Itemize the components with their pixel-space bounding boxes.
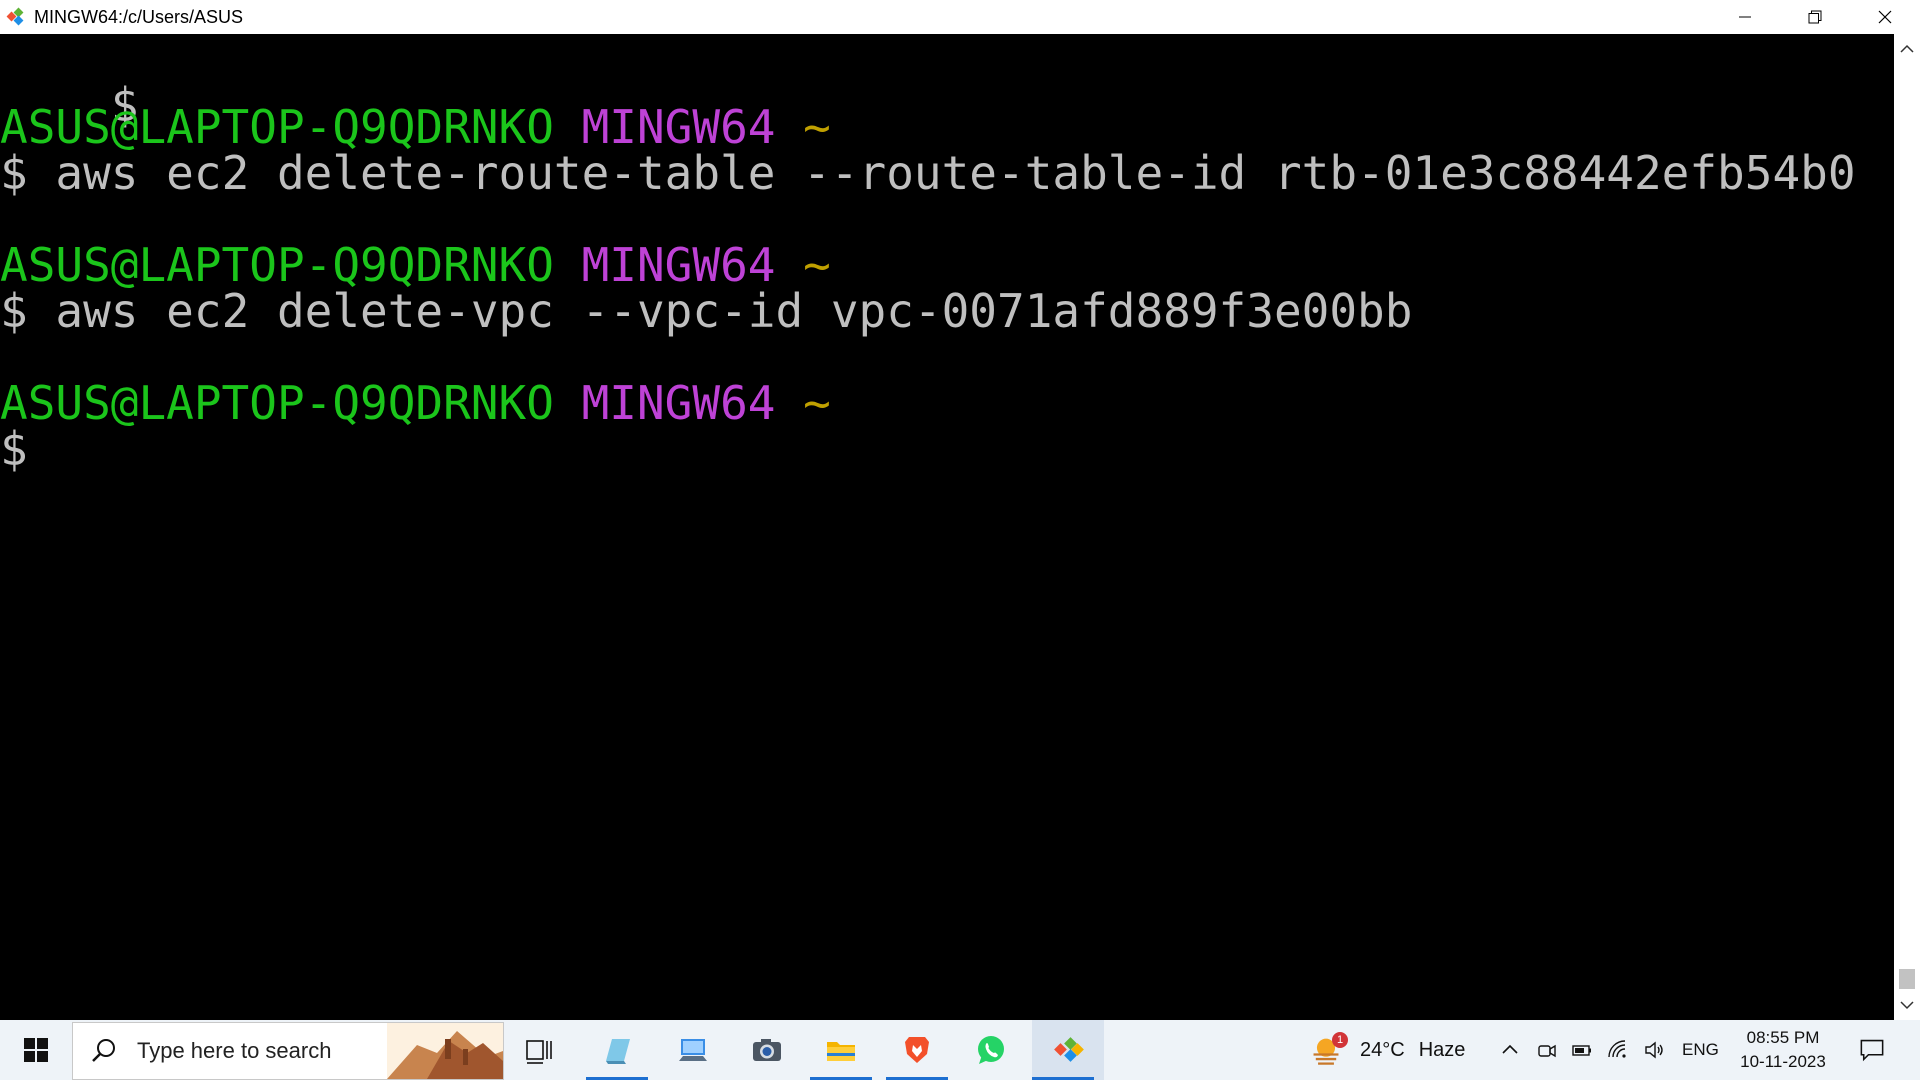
taskbar-app-computer[interactable]: [662, 1020, 724, 1080]
scroll-thumb[interactable]: [1899, 969, 1915, 989]
user-host: ASUS@LAPTOP-Q9QDRNKO: [0, 376, 554, 430]
search-placeholder: Type here to search: [137, 1038, 332, 1063]
computer-icon: [679, 1039, 707, 1061]
taskbar-app-whatsapp[interactable]: [960, 1020, 1022, 1080]
command-text: aws ec2 delete-vpc --vpc-id vpc-0071afd8…: [27, 284, 1413, 338]
taskbar-app-file-explorer[interactable]: [810, 1020, 872, 1080]
camera-icon: [753, 1039, 781, 1061]
title-bar[interactable]: MINGW64:/c/Users/ASUS: [0, 0, 1920, 34]
task-view-icon: [526, 1040, 552, 1064]
minimize-icon: [1739, 16, 1751, 18]
terminal-output[interactable]: $ ASUS@LAPTOP-Q9QDRNKO MINGW64 ~ $ aws e…: [0, 34, 1894, 1020]
volume-button[interactable]: [1640, 1020, 1668, 1080]
task-view-button[interactable]: [508, 1020, 570, 1080]
close-button[interactable]: [1850, 0, 1920, 34]
clock[interactable]: 08:55 PM 10-11-2023: [1728, 1026, 1838, 1074]
search-icon: [92, 1039, 115, 1062]
taskbar: Type here to search 1 24°C Haze ENG 08:5…: [0, 1020, 1920, 1080]
command-line: $ aws ec2 delete-vpc --vpc-id vpc-0071af…: [0, 288, 1412, 334]
folder-icon: [827, 1042, 855, 1061]
chevron-down-icon: [1900, 1001, 1914, 1010]
meet-now-icon: [1538, 1044, 1556, 1058]
taskbar-search-box[interactable]: Type here to search: [72, 1022, 504, 1080]
scroll-down-button[interactable]: [1894, 992, 1920, 1018]
start-button[interactable]: [0, 1020, 72, 1080]
prompt-line: ASUS@LAPTOP-Q9QDRNKO MINGW64 ~: [0, 104, 831, 150]
speaker-icon: [1645, 1041, 1663, 1059]
clock-time: 08:55 PM: [1746, 1028, 1820, 1047]
search-highlight-image: [387, 1023, 503, 1079]
weather-text[interactable]: 24°C Haze: [1360, 1020, 1465, 1080]
meet-now-button[interactable]: [1534, 1020, 1560, 1080]
notes-app-icon: [606, 1039, 630, 1064]
taskbar-app-git-bash[interactable]: [1032, 1020, 1104, 1080]
window-controls: [1710, 0, 1920, 34]
weather-widget[interactable]: 1: [1306, 1020, 1348, 1080]
current-path: ~: [803, 376, 831, 430]
weather-badge: 1: [1332, 1032, 1348, 1048]
network-button[interactable]: [1604, 1020, 1632, 1080]
notification-icon: [1860, 1039, 1884, 1062]
prompt-char: $: [0, 146, 28, 200]
weather-condition: Haze: [1418, 1038, 1466, 1061]
prompt-char: $: [0, 284, 28, 338]
chevron-up-icon: [1900, 44, 1914, 53]
command-text: aws ec2 delete-route-table --route-table…: [27, 146, 1856, 200]
terminal-line: $: [0, 426, 28, 472]
prompt-char: $: [0, 422, 28, 476]
battery-icon: [1572, 1045, 1591, 1056]
prompt-line: ASUS@LAPTOP-Q9QDRNKO MINGW64 ~: [0, 380, 831, 426]
language-indicator: ENG: [1682, 1040, 1719, 1059]
clock-date: 10-11-2023: [1740, 1052, 1826, 1071]
minimize-button[interactable]: [1710, 0, 1780, 34]
wifi-icon: [1608, 1040, 1626, 1058]
command-line: $ aws ec2 delete-route-table --route-tab…: [0, 150, 1856, 196]
close-icon: [1878, 10, 1892, 24]
restore-icon: [1808, 10, 1822, 24]
taskbar-app-brave[interactable]: [886, 1020, 948, 1080]
shell-name: MINGW64: [581, 376, 776, 430]
battery-button[interactable]: [1568, 1020, 1596, 1080]
prompt-line: ASUS@LAPTOP-Q9QDRNKO MINGW64 ~: [0, 242, 831, 288]
whatsapp-icon: [978, 1036, 1004, 1064]
windows-logo-icon: [24, 1038, 48, 1062]
show-hidden-icons-button[interactable]: [1496, 1020, 1524, 1080]
vertical-scrollbar[interactable]: [1894, 34, 1920, 1020]
git-bash-icon: [1054, 1037, 1084, 1062]
terminal-line: $: [0, 36, 139, 128]
chevron-up-icon: [1502, 1044, 1518, 1054]
input-language-button[interactable]: ENG: [1682, 1020, 1719, 1080]
window-title: MINGW64:/c/Users/ASUS: [34, 6, 244, 27]
taskbar-app-notes[interactable]: [586, 1020, 648, 1080]
scroll-up-button[interactable]: [1894, 36, 1920, 62]
git-bash-icon: [4, 5, 28, 29]
notification-center-button[interactable]: [1852, 1020, 1892, 1080]
restore-button[interactable]: [1780, 0, 1850, 34]
brave-browser-icon: [905, 1037, 929, 1063]
weather-temperature: 24°C: [1360, 1038, 1405, 1061]
taskbar-app-camera[interactable]: [736, 1020, 798, 1080]
